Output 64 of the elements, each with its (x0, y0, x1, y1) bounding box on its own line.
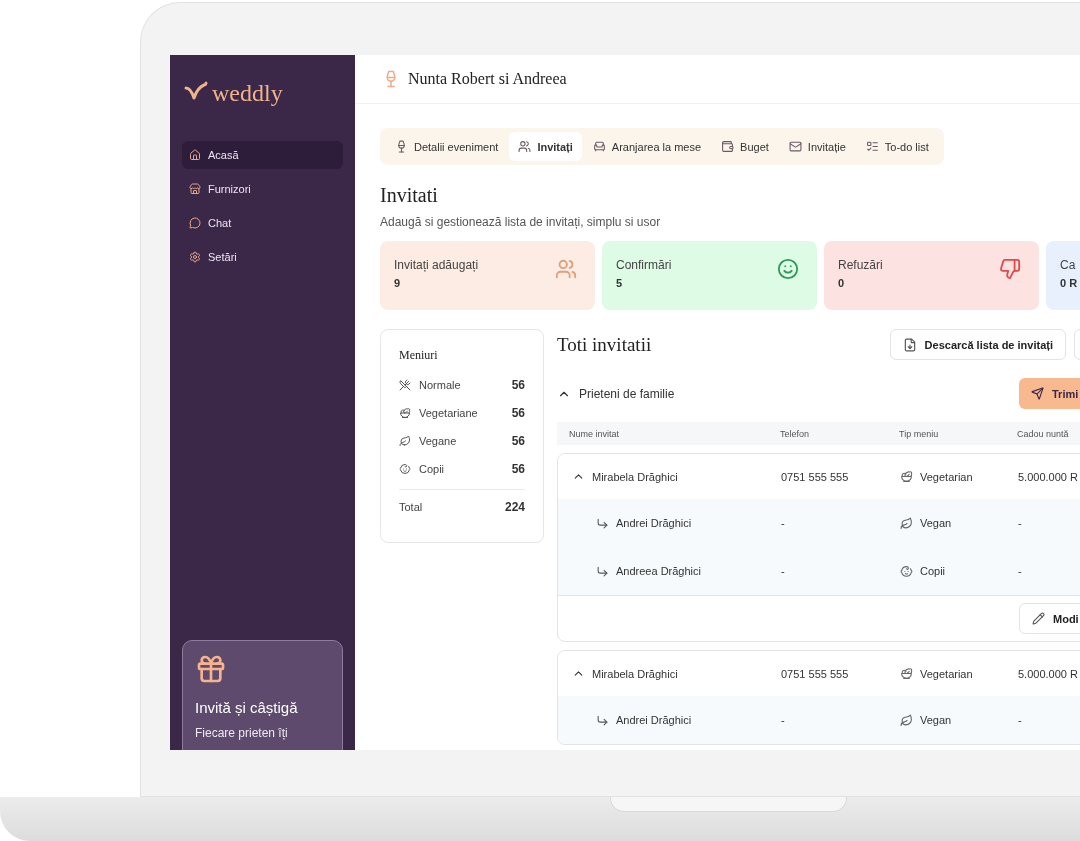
guest-name: Andrei Drăghici (616, 517, 692, 529)
event-title: Nunta Robert si Andreea (408, 70, 567, 88)
page-subtitle: Adaugă si gestionează lista de invitați, simplu si usor (380, 215, 662, 229)
stat-value: 5 (616, 277, 624, 289)
page-title: Invitati (380, 184, 439, 207)
tab[interactable]: Buget (712, 132, 778, 161)
column-header: Cadou nuntă (1017, 428, 1070, 439)
menu-type-cell: Vegetarian (920, 667, 973, 680)
nav-item[interactable]: Acasă (182, 141, 343, 169)
menu-count: 56 (511, 406, 525, 420)
tab[interactable]: Invitație (779, 132, 855, 161)
menu-label: Copii (419, 463, 445, 475)
gift-cell-text: - (1018, 517, 1023, 529)
gift-cell-text: - (1018, 714, 1023, 726)
gift-cell-text: - (1018, 565, 1023, 577)
menu-label: Normale (419, 379, 461, 391)
gift-cell-text: 5.000.000 R (1018, 470, 1079, 483)
menu-count: 56 (511, 462, 525, 476)
stat-label: Invitați adăugați (394, 258, 479, 272)
phone-cell-text: - (781, 565, 786, 577)
phone-cell-text: 0751 555 555 (781, 667, 850, 680)
guest-name: Mirabela Drăghici (592, 667, 678, 680)
column-header: Telefon (780, 428, 811, 439)
logo-text: weddly (212, 79, 283, 107)
download-button[interactable]: Descarcă lista de invitați (889, 329, 1066, 360)
stat-label: Confirmări (616, 258, 672, 272)
nav-item[interactable]: Furnizori (182, 175, 343, 203)
group-title: Prieteni de familie (579, 386, 675, 401)
phone-cell-text: - (781, 714, 786, 726)
stat-value: 0 (838, 277, 846, 289)
nav-item[interactable]: Chat (182, 209, 343, 237)
tab[interactable]: To-do list (856, 132, 938, 161)
promo-title: Invită și câștigă (195, 699, 299, 716)
menu-type-cell: Vegan (920, 517, 952, 529)
section-title: Toti invitatii (557, 333, 652, 356)
total-label: Total (399, 501, 423, 513)
menu-count: 56 (511, 434, 525, 448)
stat-value: 0 R (1060, 277, 1078, 289)
phone-cell-text: - (781, 517, 786, 529)
total-count: 224 (504, 500, 525, 514)
guest-name: Andreea Drăghici (616, 565, 701, 577)
menu-label: Vegane (419, 435, 457, 447)
promo-text: Fiecare prieten îți (195, 726, 289, 740)
menu-type-cell: Vegetarian (920, 470, 973, 483)
menu-count: 56 (511, 378, 525, 392)
stat-value: 9 (394, 277, 402, 289)
phone-cell-text: 0751 555 555 (781, 470, 850, 483)
menu-label: Vegetariane (419, 407, 478, 419)
gift-cell-text: 5.000.000 R (1018, 667, 1079, 680)
menus-title: Meniuri (399, 348, 439, 363)
menu-type-cell: Copii (920, 565, 946, 577)
guest-name: Mirabela Drăghici (592, 470, 678, 483)
guest-name: Andrei Drăghici (616, 714, 692, 726)
tab[interactable]: Aranjarea la mese (583, 132, 711, 161)
menu-type-cell: Vegan (920, 714, 952, 726)
send-button[interactable]: Trimi (1019, 378, 1080, 409)
tab[interactable]: Detalii eveniment (386, 132, 508, 161)
tab[interactable]: Invitați (509, 132, 582, 161)
column-header: Nume invitat (569, 428, 621, 439)
stat-label: Refuzări (838, 258, 883, 272)
nav-item[interactable]: Setări (182, 243, 343, 271)
stat-label: Ca (1060, 258, 1077, 272)
edit-button[interactable]: Modi (1019, 603, 1080, 634)
column-header: Tip meniu (899, 428, 940, 439)
